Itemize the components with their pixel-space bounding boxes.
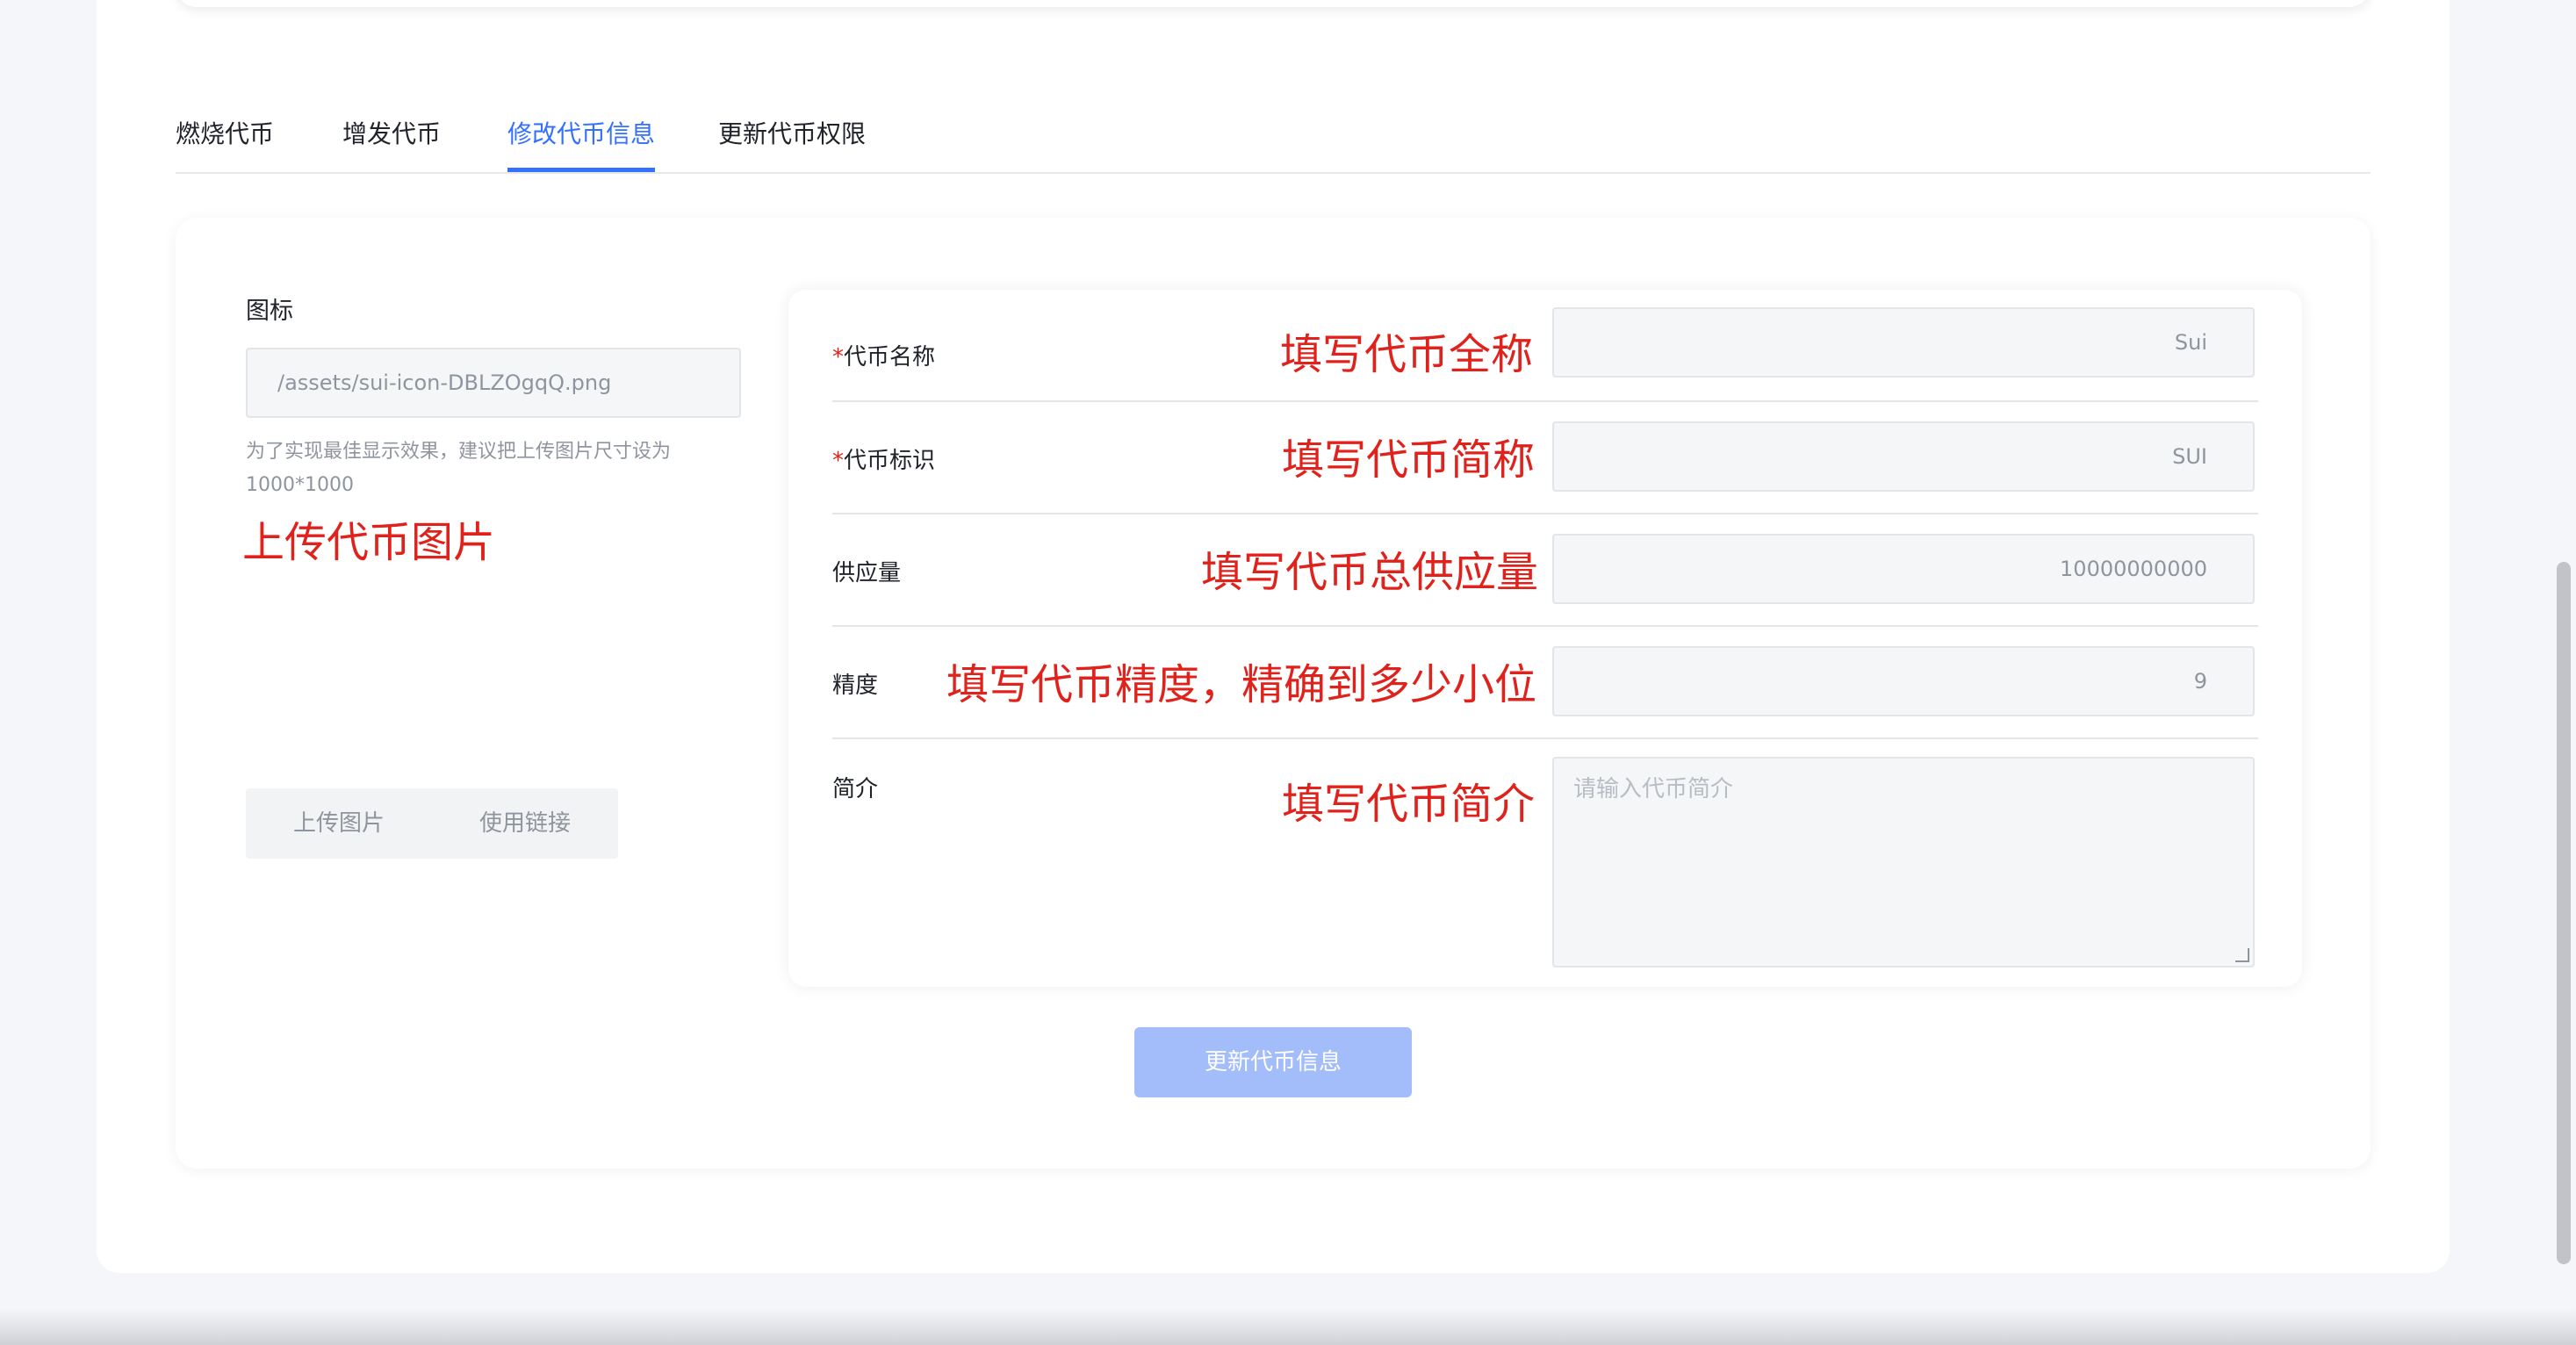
annotation-name: 填写代币全称 — [1280, 330, 1534, 379]
symbol-label: *代币标识 — [832, 442, 935, 475]
tab-update-permissions[interactable]: 更新代币权限 — [718, 112, 866, 172]
description-placeholder: 请输入代币简介 — [1573, 776, 1734, 802]
form-row-name: *代币名称 填写代币全称 Sui — [832, 307, 2258, 402]
annotation-supply: 填写代币总供应量 — [1201, 548, 1539, 597]
page: 燃烧代币 增发代币 修改代币信息 更新代币权限 图标 /assets/sui-i… — [0, 0, 2576, 1345]
icon-path-field[interactable]: /assets/sui-icon-DBLZOgqQ.png — [246, 348, 741, 418]
annotation-upload-icon: 上传代币图片 — [242, 518, 496, 567]
tab-edit-token-info[interactable]: 修改代币信息 — [507, 112, 656, 172]
token-description-textarea[interactable]: 请输入代币简介 — [1552, 757, 2255, 967]
required-mark: * — [832, 448, 844, 474]
form-row-description: 简介 填写代币简介 请输入代币简介 — [832, 739, 2258, 985]
token-decimals-input[interactable]: 9 — [1552, 646, 2255, 716]
icon-size-hint: 为了实现最佳显示效果，建议把上传图片尺寸设为1000*1000 — [246, 441, 672, 496]
token-supply-input[interactable]: 10000000000 — [1552, 534, 2255, 604]
tab-burn-token[interactable]: 燃烧代币 — [176, 112, 274, 172]
update-token-info-button[interactable]: 更新代币信息 — [1134, 1027, 1412, 1097]
supply-label: 供应量 — [832, 560, 902, 586]
annotation-description: 填写代币简介 — [1282, 780, 1536, 829]
annotation-symbol: 填写代币简称 — [1282, 435, 1536, 485]
name-label-text: 代币名称 — [844, 344, 936, 370]
name-label: *代币名称 — [832, 339, 935, 371]
scrollbar-thumb[interactable] — [2557, 562, 2571, 1264]
symbol-label-text: 代币标识 — [844, 448, 936, 474]
use-link-button[interactable]: 使用链接 — [432, 788, 618, 859]
annotation-decimals: 填写代币精度，精确到多少小位 — [946, 660, 1537, 709]
description-label: 简介 — [832, 776, 879, 802]
upload-image-button[interactable]: 上传图片 — [246, 788, 432, 859]
decimals-label: 精度 — [832, 672, 879, 699]
icon-label: 图标 — [246, 298, 293, 325]
tab-bar: 燃烧代币 增发代币 修改代币信息 更新代币权限 — [176, 104, 2371, 174]
form-row-supply: 供应量 填写代币总供应量 10000000000 — [832, 514, 2258, 627]
required-mark: * — [832, 344, 844, 370]
form-row-symbol: *代币标识 填写代币简称 SUI — [832, 402, 2258, 514]
bottom-shade — [0, 1308, 2576, 1345]
token-symbol-input[interactable]: SUI — [1552, 421, 2255, 492]
top-card — [176, 0, 2371, 7]
resize-grip-icon[interactable] — [2235, 948, 2249, 962]
token-name-input[interactable]: Sui — [1552, 307, 2255, 378]
tab-mint-token[interactable]: 增发代币 — [342, 112, 441, 172]
edit-info-card: 图标 /assets/sui-icon-DBLZOgqQ.png 为了实现最佳显… — [176, 218, 2371, 1169]
token-info-form: *代币名称 填写代币全称 Sui *代币标识 填写代币简称 SUI 供应量 填写… — [788, 290, 2302, 987]
upload-mode-toggle: 上传图片 使用链接 — [246, 788, 618, 859]
form-row-decimals: 精度 填写代币精度，精确到多少小位 9 — [832, 627, 2258, 739]
